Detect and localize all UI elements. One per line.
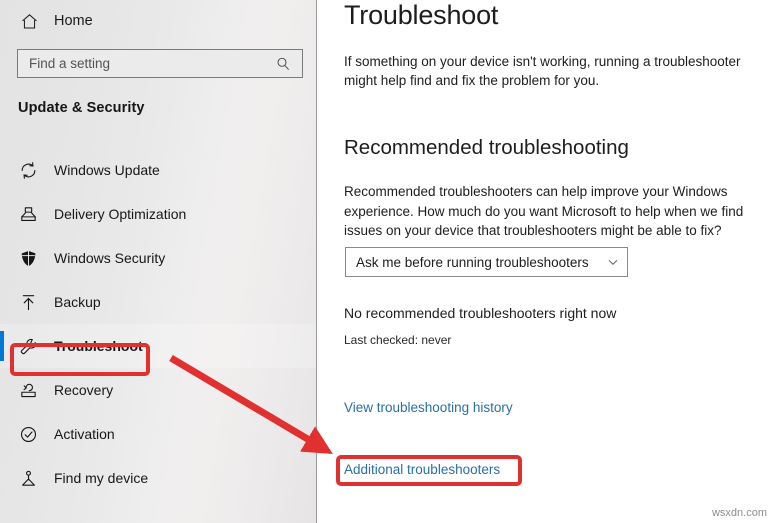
search-input[interactable]	[18, 56, 271, 71]
sidebar-item-label: Find my device	[54, 470, 149, 486]
sidebar-item-label: Troubleshoot	[54, 338, 143, 354]
sidebar-item-label: Recovery	[54, 382, 114, 398]
sidebar-item-label: Delivery Optimization	[54, 206, 187, 222]
sidebar-item-activation[interactable]: Activation	[0, 412, 317, 456]
wrench-icon	[16, 334, 40, 358]
recommended-troubleshooting-dropdown[interactable]: Ask me before running troubleshooters	[345, 247, 628, 277]
sync-icon	[16, 158, 40, 182]
checkmark-circle-icon	[16, 422, 40, 446]
last-checked-text: Last checked: never	[344, 333, 452, 347]
selection-indicator	[0, 331, 4, 361]
section-heading-recommended-troubleshooting: Recommended troubleshooting	[344, 136, 629, 159]
sidebar-category-title: Update & Security	[18, 100, 145, 116]
sidebar-item-recovery[interactable]: Recovery	[0, 368, 317, 412]
home-icon	[18, 10, 40, 32]
settings-window: Home Update & Security	[0, 0, 775, 523]
sidebar-item-find-my-device[interactable]: Find my device	[0, 456, 317, 500]
sidebar: Home Update & Security	[0, 0, 317, 523]
sidebar-item-label: Windows Update	[54, 162, 160, 178]
link-view-troubleshooting-history[interactable]: View troubleshooting history	[344, 400, 513, 415]
section-description: Recommended troubleshooters can help imp…	[344, 184, 744, 238]
sidebar-home-label: Home	[54, 13, 93, 29]
sidebar-item-label: Backup	[54, 294, 101, 310]
search-icon[interactable]	[271, 56, 295, 72]
sidebar-item-backup[interactable]: Backup	[0, 280, 317, 324]
person-pin-icon	[16, 466, 40, 490]
dropdown-selected-value: Ask me before running troubleshooters	[356, 254, 589, 270]
search-box[interactable]	[17, 49, 303, 78]
sidebar-home[interactable]: Home	[0, 0, 317, 42]
sidebar-item-label: Activation	[54, 426, 115, 442]
delivery-icon	[16, 202, 40, 226]
sidebar-nav-list: Windows Update Delivery Optimization Win…	[0, 148, 317, 500]
upload-icon	[16, 290, 40, 314]
sidebar-item-delivery-optimization[interactable]: Delivery Optimization	[0, 192, 317, 236]
sidebar-item-windows-security[interactable]: Windows Security	[0, 236, 317, 280]
sidebar-item-troubleshoot[interactable]: Troubleshoot	[0, 324, 317, 368]
sidebar-item-windows-update[interactable]: Windows Update	[0, 148, 317, 192]
chevron-down-icon[interactable]	[599, 255, 627, 269]
link-additional-troubleshooters[interactable]: Additional troubleshooters	[344, 462, 500, 477]
recommended-status-text: No recommended troubleshooters right now	[344, 305, 617, 321]
sidebar-item-label: Windows Security	[54, 250, 166, 266]
watermark: wsxdn.com	[711, 507, 767, 519]
recovery-icon	[16, 378, 40, 402]
content-pane: Troubleshoot If something on your device…	[318, 0, 775, 523]
shield-icon	[16, 246, 40, 270]
page-title: Troubleshoot	[344, 0, 499, 30]
page-description: If something on your device isn't workin…	[344, 54, 741, 88]
